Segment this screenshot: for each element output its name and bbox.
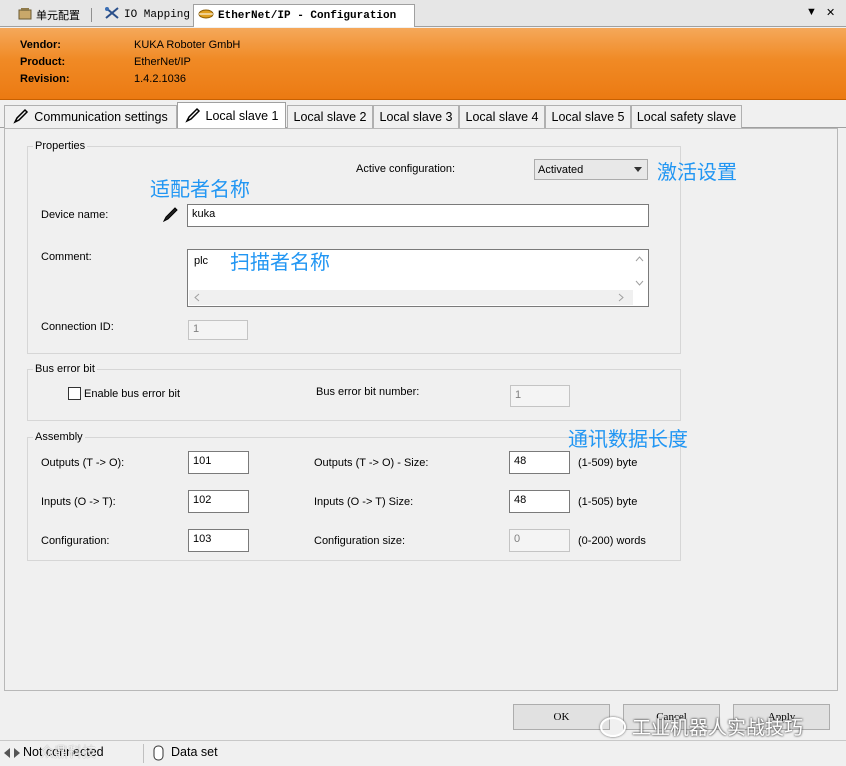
settings-tab-strip: Communication settings Local slave 1 Loc… <box>0 101 846 129</box>
tab-label: IO Mapping <box>124 9 191 21</box>
inputs-label: Inputs (O -> T): <box>41 496 116 508</box>
tab-local-slave-3[interactable]: Local slave 3 <box>373 105 459 128</box>
bus-error-number-input: 1 <box>510 385 570 407</box>
inputs-size-range: (1-505) byte <box>578 496 638 508</box>
assembly-title: Assembly <box>33 431 85 443</box>
outputs-label: Outputs (T -> O): <box>41 457 125 469</box>
configuration-size-range: (0-200) words <box>578 535 646 547</box>
device-name-label: Device name: <box>41 209 109 221</box>
device-name-input[interactable]: kuka <box>187 204 649 227</box>
outputs-input[interactable]: 101 <box>188 451 249 474</box>
active-configuration-value: Activated <box>538 163 584 176</box>
ethernet-ip-icon <box>198 8 214 24</box>
watermark: 工业机器人实战技巧 <box>600 713 803 740</box>
annotation-adapter-name: 适配者名称 <box>150 177 250 201</box>
enable-bus-error-checkbox[interactable] <box>68 387 81 400</box>
document-tab-strip: 单元配置 IO Mapping EtherNet/IP - Configurat… <box>0 0 846 27</box>
device-config-icon <box>18 7 32 24</box>
enable-bus-error-label: Enable bus error bit <box>84 388 180 400</box>
annotation-data-length: 通讯数据长度 <box>568 427 688 451</box>
tab-label: Local slave 2 <box>293 110 367 124</box>
inputs-size-label: Inputs (O -> T) Size: <box>314 496 414 508</box>
configuration-label: Configuration: <box>41 535 110 547</box>
configuration-input[interactable]: 103 <box>188 529 249 552</box>
watermark-text: 工业机器人实战技巧 <box>632 718 804 739</box>
vendor-label: Vendor: <box>20 39 61 51</box>
connection-id-label: Connection ID: <box>41 321 114 333</box>
tab-divider <box>91 8 92 22</box>
active-configuration-label: Active configuration: <box>356 163 456 175</box>
configuration-size-input: 0 <box>509 529 570 552</box>
tab-local-slave-2[interactable]: Local slave 2 <box>287 105 373 128</box>
pencil-icon <box>184 107 201 126</box>
pencil-icon <box>13 108 29 127</box>
outputs-size-label: Outputs (T -> O) - Size: <box>314 457 429 469</box>
tab-label: Local slave 1 <box>205 109 279 123</box>
status-bar: Not connected 众鼎科技 Data set <box>0 740 846 766</box>
tab-label: Local slave 5 <box>551 110 625 124</box>
revision-value: 1.4.2.1036 <box>134 73 186 85</box>
vendor-value: KUKA Roboter GmbH <box>134 39 241 51</box>
product-value: EtherNet/IP <box>134 56 191 68</box>
annotation-activate: 激活设置 <box>657 160 737 184</box>
pencil-icon <box>162 205 180 226</box>
tab-local-safety-slave[interactable]: Local safety slave <box>631 105 742 128</box>
vertical-scrollbar[interactable] <box>633 252 646 290</box>
connection-status-icon <box>3 746 21 763</box>
tab-label: EtherNet/IP - Configuration <box>218 10 397 22</box>
chevron-down-icon <box>634 167 642 172</box>
outputs-size-range: (1-509) byte <box>578 457 638 469</box>
tab-io-mapping[interactable]: IO Mapping <box>100 5 194 25</box>
tab-communication-settings[interactable]: Communication settings <box>4 105 177 128</box>
product-label: Product: <box>20 56 66 68</box>
bus-error-number-label: Bus error bit number: <box>316 386 420 398</box>
comment-value: plc <box>194 255 209 267</box>
wechat-icon <box>600 716 626 737</box>
tab-unit-config[interactable]: 单元配置 <box>14 5 84 25</box>
ok-button[interactable]: OK <box>513 704 610 730</box>
tab-label: Local slave 3 <box>379 110 453 124</box>
active-configuration-select[interactable]: Activated <box>534 159 648 180</box>
tab-local-slave-5[interactable]: Local slave 5 <box>545 105 631 128</box>
configuration-size-label: Configuration size: <box>314 535 406 547</box>
status-overlay-text: 众鼎科技 <box>40 744 96 760</box>
device-info-header: Vendor: KUKA Roboter GmbH Product: Ether… <box>0 28 846 100</box>
close-icon[interactable]: ✕ <box>826 6 835 19</box>
tab-label: Communication settings <box>34 110 168 124</box>
tab-local-slave-4[interactable]: Local slave 4 <box>459 105 545 128</box>
comment-label: Comment: <box>41 251 92 263</box>
tab-ethernet-ip-configuration[interactable]: EtherNet/IP - Configuration <box>193 4 415 27</box>
inputs-size-input[interactable]: 48 <box>509 490 570 513</box>
properties-title: Properties <box>33 140 88 152</box>
tab-label: 单元配置 <box>36 10 80 22</box>
database-icon <box>153 745 164 764</box>
outputs-size-input[interactable]: 48 <box>509 451 570 474</box>
connection-id-input: 1 <box>188 320 248 340</box>
horizontal-scrollbar[interactable] <box>189 290 633 305</box>
tab-label: Local slave 4 <box>465 110 539 124</box>
io-mapping-icon <box>104 6 120 24</box>
inputs-input[interactable]: 102 <box>188 490 249 513</box>
status-divider <box>143 744 144 763</box>
dataset-status: Data set <box>171 745 218 759</box>
bus-error-title: Bus error bit <box>33 363 97 375</box>
revision-label: Revision: <box>20 73 70 85</box>
tab-label: Local safety slave <box>636 110 737 124</box>
annotation-scanner-name: 扫描者名称 <box>230 250 330 274</box>
tab-local-slave-1[interactable]: Local slave 1 <box>177 102 286 129</box>
chevron-down-icon[interactable]: ▼ <box>806 6 817 18</box>
